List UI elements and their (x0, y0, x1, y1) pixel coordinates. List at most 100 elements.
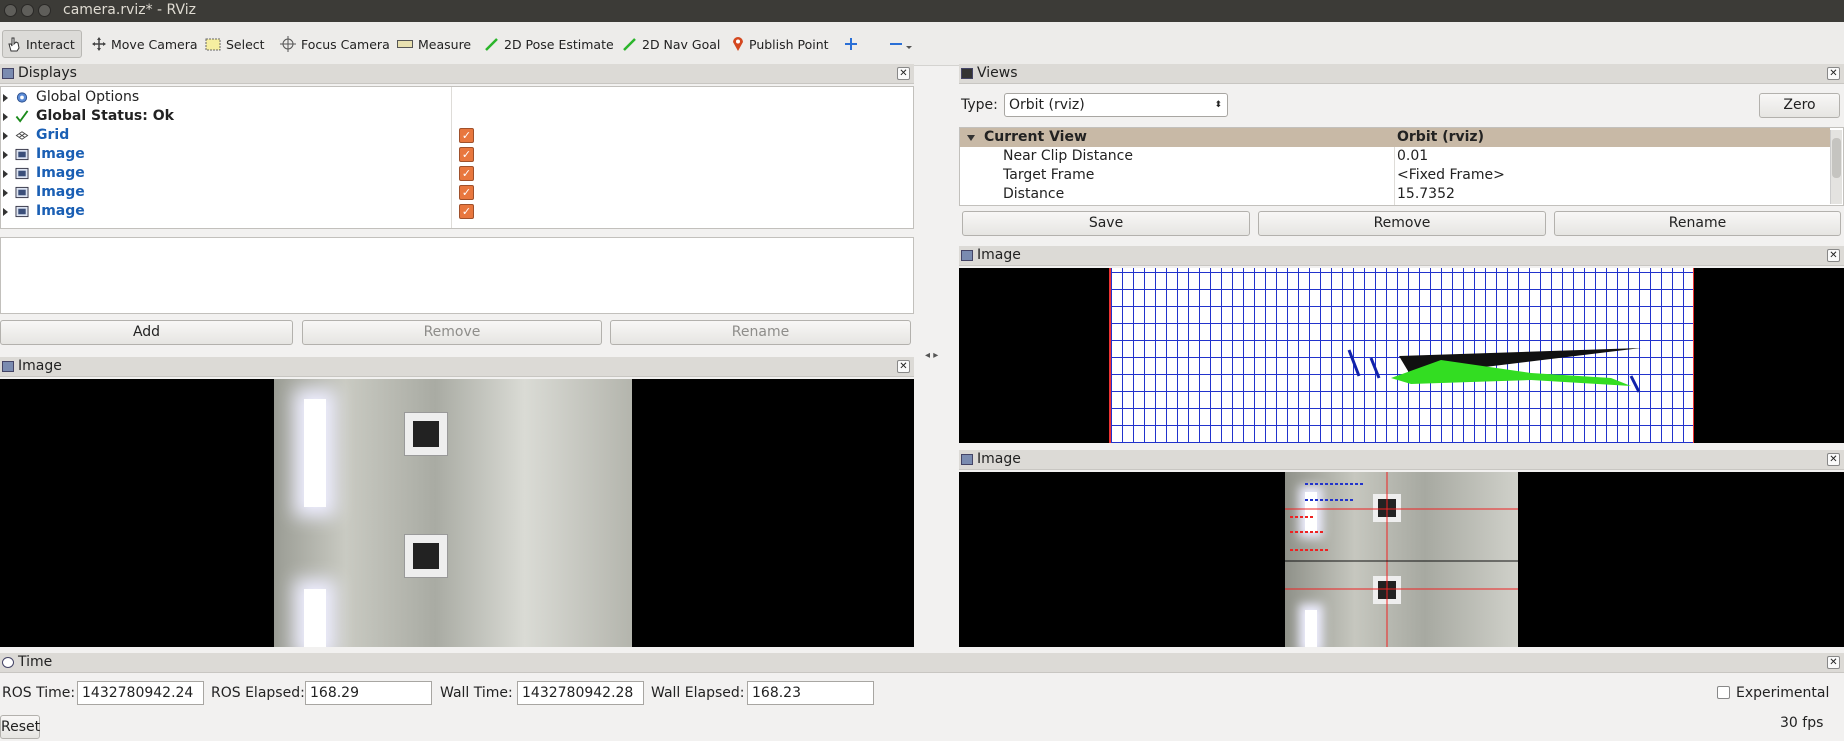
expand-arrow-icon[interactable] (3, 189, 8, 197)
move-arrows-icon (92, 37, 106, 51)
rename-display-button[interactable]: Rename (610, 320, 911, 345)
minimize-window-button[interactable] (21, 4, 34, 17)
close-window-button[interactable] (4, 4, 17, 17)
expand-arrow-icon[interactable] (3, 94, 8, 102)
scrollbar-thumb[interactable] (1832, 138, 1841, 178)
property-row[interactable]: Target Frame <Fixed Frame> (960, 167, 1830, 186)
trajectory-plot-image (1109, 268, 1694, 443)
tree-item-image[interactable]: Image ✓ (1, 164, 913, 183)
focus-camera-tool-button[interactable]: Focus Camera (276, 30, 394, 58)
minus-dropdown-icon (890, 43, 912, 49)
views-panel-header: Views ✕ (959, 64, 1844, 84)
property-row[interactable]: Near Clip Distance 0.01 (960, 148, 1830, 167)
close-icon[interactable]: ✕ (1827, 453, 1840, 466)
close-icon[interactable]: ✕ (1827, 67, 1840, 80)
annotated-image-view[interactable] (959, 472, 1844, 647)
close-icon[interactable]: ✕ (897, 67, 910, 80)
nav-goal-label: 2D Nav Goal (642, 36, 721, 52)
move-camera-label: Move Camera (111, 36, 198, 52)
close-icon[interactable]: ✕ (1827, 249, 1840, 262)
wall-time-label: Wall Time: (440, 685, 513, 701)
camera-image-view-left[interactable] (0, 379, 914, 647)
vertical-scrollbar[interactable] (1830, 130, 1842, 204)
wall-elapsed-field[interactable]: 168.23 (747, 681, 874, 705)
trajectory-overlay (1347, 348, 1641, 393)
tree-item-global-options[interactable]: Global Options (1, 88, 913, 107)
expand-arrow-icon[interactable] (3, 208, 8, 216)
pose-estimate-label: 2D Pose Estimate (504, 36, 614, 52)
property-row[interactable]: Distance 15.7352 (960, 186, 1830, 205)
save-view-button[interactable]: Save (962, 211, 1250, 236)
ros-time-field[interactable]: 1432780942.24 (77, 681, 204, 705)
camera-frame (274, 379, 632, 647)
reset-button[interactable]: Reset (0, 715, 40, 739)
grid-icon (15, 131, 29, 140)
image-icon (961, 250, 973, 261)
tree-item-global-status[interactable]: Global Status: Ok (1, 107, 913, 126)
interact-label: Interact (26, 36, 75, 52)
image-enabled-checkbox[interactable]: ✓ (459, 147, 474, 162)
zero-view-button[interactable]: Zero (1759, 93, 1840, 118)
expand-arrow-icon[interactable] (3, 170, 8, 178)
tree-item-grid[interactable]: Grid ✓ (1, 126, 913, 145)
hand-icon (8, 37, 20, 52)
rename-view-button[interactable]: Rename (1554, 211, 1841, 236)
experimental-checkbox[interactable] (1717, 686, 1730, 699)
image-enabled-checkbox[interactable]: ✓ (459, 166, 474, 181)
select-label: Select (226, 36, 265, 52)
expand-arrow-icon[interactable] (3, 132, 8, 140)
ros-elapsed-field[interactable]: 168.29 (305, 681, 432, 705)
image-panel-right-bottom-header: Image ✕ (959, 450, 1844, 470)
image-icon (15, 148, 29, 161)
pose-estimate-tool-button[interactable]: 2D Pose Estimate (481, 30, 618, 58)
displays-panel-header: Displays ✕ (0, 64, 914, 84)
select-box-icon (205, 38, 221, 50)
detection-overlay (1285, 472, 1518, 647)
image-panel-title: Image (977, 247, 1021, 263)
image-enabled-checkbox[interactable]: ✓ (459, 204, 474, 219)
window-title: camera.rviz* - RViz (63, 2, 197, 18)
close-icon[interactable]: ✕ (897, 360, 910, 373)
updown-arrows-icon: ⬍ (1214, 100, 1222, 110)
ros-elapsed-label: ROS Elapsed: (211, 685, 305, 701)
expand-arrow-icon[interactable] (3, 151, 8, 159)
move-camera-tool-button[interactable]: Move Camera (88, 30, 202, 58)
select-tool-button[interactable]: Select (201, 30, 269, 58)
image-panel-title: Image (977, 451, 1021, 467)
publish-point-tool-button[interactable]: Publish Point (728, 30, 833, 58)
ceiling-light (304, 399, 326, 507)
expand-arrow-icon[interactable] (3, 113, 8, 121)
interact-tool-button[interactable]: Interact (2, 30, 82, 58)
splitter-arrows-icon[interactable]: ◂ ▸ (925, 350, 938, 361)
add-display-button[interactable]: Add (0, 320, 293, 345)
checkmark-icon (15, 110, 29, 123)
ceiling-light (304, 589, 326, 647)
wall-time-field[interactable]: 1432780942.28 (517, 681, 644, 705)
toolbar: Interact Move Camera Select Focus Camera… (0, 22, 1844, 66)
window-titlebar: camera.rviz* - RViz (0, 0, 1844, 22)
measure-tool-button[interactable]: Measure (393, 30, 475, 58)
fps-status: 30 fps (1780, 715, 1824, 731)
camera-icon (961, 68, 973, 79)
ruler-icon (397, 40, 413, 48)
current-view-header-row[interactable]: Current View Orbit (rviz) (960, 128, 1830, 147)
view-type-select[interactable]: Orbit (rviz) ⬍ (1004, 93, 1228, 117)
views-title: Views (977, 65, 1018, 81)
nav-goal-tool-button[interactable]: 2D Nav Goal (619, 30, 724, 58)
fiducial-marker (404, 534, 448, 578)
remove-view-button[interactable]: Remove (1258, 211, 1546, 236)
add-tool-button[interactable] (840, 30, 862, 58)
tree-item-image[interactable]: Image ✓ (1, 202, 913, 221)
remove-tool-menu-button[interactable] (884, 30, 918, 58)
remove-display-button[interactable]: Remove (302, 320, 602, 345)
close-icon[interactable]: ✕ (1827, 656, 1840, 669)
grid-enabled-checkbox[interactable]: ✓ (459, 128, 474, 143)
tree-item-image[interactable]: Image ✓ (1, 145, 913, 164)
tree-item-image[interactable]: Image ✓ (1, 183, 913, 202)
collapse-arrow-icon[interactable] (967, 135, 975, 141)
grid-image-view[interactable] (959, 268, 1844, 443)
image-enabled-checkbox[interactable]: ✓ (459, 185, 474, 200)
view-type-label: Type: (961, 97, 998, 113)
image-panel-left-header: Image ✕ (0, 357, 914, 377)
maximize-window-button[interactable] (38, 4, 51, 17)
